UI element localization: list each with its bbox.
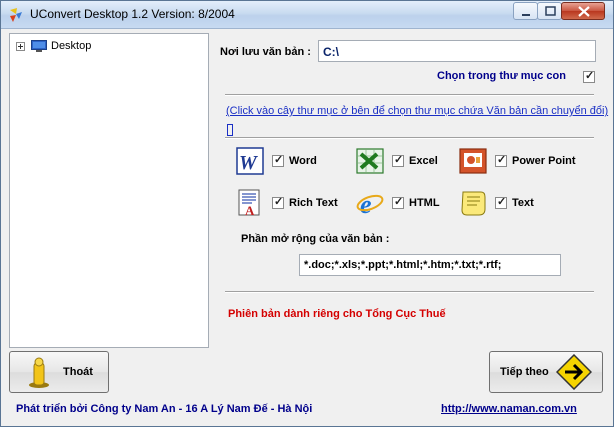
exit-icon — [29, 357, 49, 388]
maximize-icon — [545, 6, 556, 16]
minimize-button[interactable] — [513, 2, 538, 20]
text-checkbox[interactable] — [495, 195, 507, 209]
website-link[interactable]: http://www.naman.com.vn — [441, 403, 577, 415]
svg-text:W: W — [239, 152, 258, 174]
folder-hint-link[interactable]: (Click vào cây thư mục ở bên để chọn thư… — [226, 105, 608, 117]
word-label: Word — [289, 155, 317, 167]
html-icon: e — [356, 190, 384, 217]
main-window: UConvert Desktop 1.2 Version: 8/2004 Des… — [0, 0, 614, 427]
rich-text-label: Rich Text — [289, 197, 338, 209]
html-checkbox[interactable] — [392, 195, 404, 209]
excel-label: Excel — [409, 155, 438, 167]
powerpoint-icon — [459, 148, 487, 174]
text-icon — [461, 191, 486, 216]
excel-checkbox[interactable] — [392, 153, 404, 167]
exit-button[interactable]: Thoát — [9, 351, 109, 393]
exit-button-label: Thoát — [63, 366, 93, 378]
svg-text:A: A — [245, 203, 255, 217]
extensions-label: Phần mở rộng của văn bản : — [241, 233, 390, 245]
text-label: Text — [512, 197, 534, 209]
word-icon: W — [236, 147, 264, 175]
maximize-button[interactable] — [537, 2, 562, 20]
developer-credit: Phát triển bởi Công ty Nam An - 16 A Lý … — [16, 403, 313, 415]
next-button-label: Tiếp theo — [500, 366, 549, 378]
focus-caret — [227, 124, 233, 136]
tree-item-desktop[interactable]: Desktop — [16, 38, 91, 54]
arrow-right-icon — [556, 354, 592, 390]
title-bar[interactable]: UConvert Desktop 1.2 Version: 8/2004 — [1, 1, 613, 29]
svg-text:e: e — [360, 190, 372, 217]
divider — [225, 291, 594, 293]
divider — [225, 94, 594, 96]
html-label: HTML — [409, 197, 440, 209]
close-button[interactable] — [561, 2, 605, 20]
minimize-icon — [522, 14, 530, 16]
rich-text-icon: A — [238, 189, 260, 217]
extensions-field[interactable]: *.doc;*.xls;*.ppt;*.html;*.htm;*.txt;*.r… — [299, 254, 561, 276]
word-checkbox[interactable] — [272, 153, 284, 167]
folder-tree[interactable]: Desktop — [9, 33, 209, 348]
desktop-icon — [31, 40, 47, 52]
app-icon — [10, 8, 22, 22]
close-icon — [578, 6, 590, 17]
next-button[interactable]: Tiếp theo — [489, 351, 603, 393]
save-path-field[interactable]: C:\ — [318, 40, 596, 62]
excel-icon — [356, 148, 384, 174]
tree-item-label: Desktop — [51, 40, 92, 52]
powerpoint-checkbox[interactable] — [495, 153, 507, 167]
options-panel: Nơi lưu văn bản : C:\ Chọn trong thư mục… — [211, 33, 608, 348]
divider — [225, 137, 594, 139]
subfolder-label: Chọn trong thư mục con — [437, 70, 566, 82]
subfolder-checkbox[interactable] — [583, 69, 595, 83]
rich-text-checkbox[interactable] — [272, 195, 284, 209]
window-title: UConvert Desktop 1.2 Version: 8/2004 — [30, 7, 235, 21]
edition-note: Phiên bản dành riêng cho Tổng Cục Thuế — [228, 308, 446, 320]
expand-icon[interactable] — [16, 41, 25, 51]
save-location-label: Nơi lưu văn bản : — [220, 46, 311, 58]
powerpoint-label: Power Point — [512, 155, 576, 167]
